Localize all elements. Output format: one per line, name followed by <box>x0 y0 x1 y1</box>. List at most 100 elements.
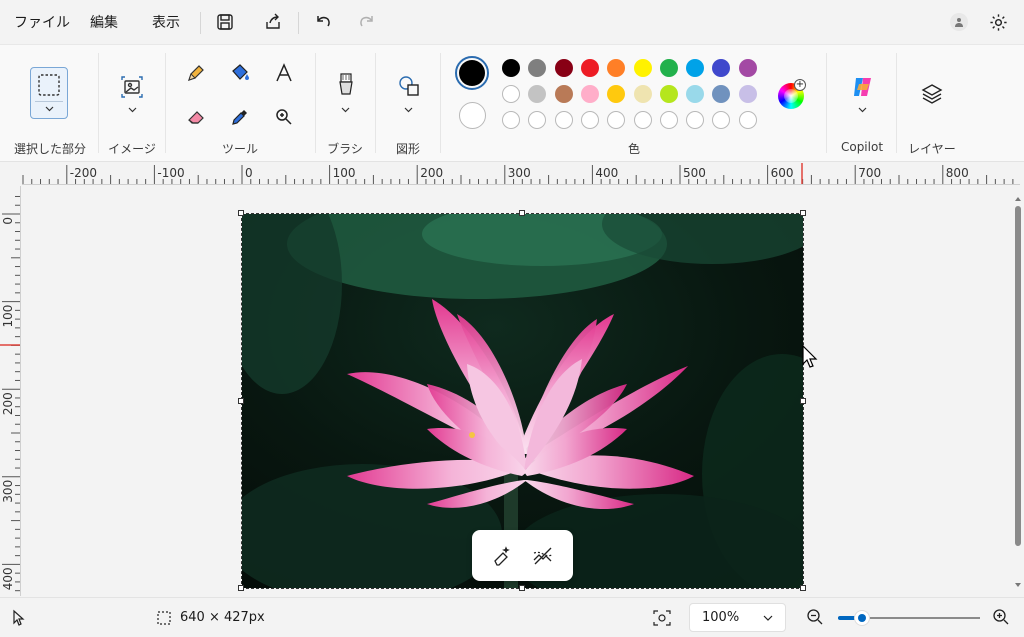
palette-color-swatch[interactable] <box>633 85 652 103</box>
text-tool-icon[interactable] <box>271 60 297 86</box>
layers-icon[interactable] <box>919 81 945 107</box>
palette-color-swatch[interactable] <box>712 59 731 77</box>
pointer-icon <box>13 609 25 626</box>
custom-color-slot[interactable] <box>580 111 599 129</box>
palette-color-swatch[interactable] <box>686 59 705 77</box>
chevron-down-icon[interactable] <box>404 107 413 113</box>
menu-file[interactable]: ファイル <box>14 12 70 32</box>
custom-color-slot[interactable] <box>738 111 757 129</box>
group-label-layers: レイヤー <box>908 142 956 156</box>
menu-separator <box>200 12 201 34</box>
scroll-up-icon[interactable] <box>1014 196 1022 202</box>
secondary-color-swatch[interactable] <box>459 102 486 129</box>
brush-icon[interactable] <box>333 71 359 97</box>
resize-handle-sw[interactable] <box>238 585 244 591</box>
zoom-value: 100% <box>702 610 740 625</box>
resize-handle-e[interactable] <box>800 398 806 404</box>
palette-color-swatch[interactable] <box>712 85 731 103</box>
palette-color-swatch[interactable] <box>686 85 705 103</box>
ruler-corner <box>0 163 22 186</box>
primary-color-swatch[interactable] <box>455 56 489 90</box>
palette-color-swatch[interactable] <box>738 59 757 77</box>
pencil-icon[interactable] <box>183 60 209 86</box>
copilot-icon[interactable] <box>849 73 877 101</box>
chevron-down-icon[interactable] <box>45 106 54 112</box>
palette-color-swatch[interactable] <box>528 85 547 103</box>
custom-color-slot[interactable] <box>528 111 547 129</box>
fill-bucket-icon[interactable] <box>227 60 253 86</box>
shapes-icon[interactable] <box>396 73 422 99</box>
zoom-slider-thumb[interactable] <box>854 610 871 626</box>
magnifier-icon[interactable] <box>271 104 297 130</box>
menu-view[interactable]: 表示 <box>152 12 180 32</box>
edit-colors-button[interactable]: + <box>778 79 806 109</box>
ruler-tick-label: 700 <box>858 166 881 180</box>
vertical-scrollbar[interactable] <box>1012 186 1024 596</box>
scroll-down-icon[interactable] <box>1014 582 1022 588</box>
ruler-tick-label: 300 <box>508 166 531 180</box>
group-label-brushes: ブラシ <box>327 142 363 156</box>
menu-bar: ファイル 編集 表示 <box>0 0 1024 44</box>
resize-handle-nw[interactable] <box>238 210 244 216</box>
zoom-in-icon[interactable] <box>992 608 1010 626</box>
custom-color-slot[interactable] <box>502 111 520 129</box>
chevron-down-icon[interactable] <box>128 107 137 113</box>
palette-color-swatch[interactable] <box>502 59 520 77</box>
settings-gear-icon[interactable] <box>986 10 1010 34</box>
ruler-tick-label: 200 <box>1 392 15 415</box>
color-palette <box>502 59 762 133</box>
custom-color-slot[interactable] <box>607 111 626 129</box>
custom-color-slot[interactable] <box>554 111 573 129</box>
save-icon[interactable] <box>213 10 237 34</box>
ruler-tick-label: 100 <box>1 305 15 328</box>
generative-erase-icon[interactable] <box>489 543 515 569</box>
mouse-cursor-icon <box>802 345 818 368</box>
custom-color-slot[interactable] <box>686 111 705 129</box>
palette-color-swatch[interactable] <box>738 85 757 103</box>
palette-color-swatch[interactable] <box>554 85 573 103</box>
color-picker-icon[interactable] <box>227 104 253 130</box>
group-label-colors: 色 <box>627 142 640 156</box>
ribbon-toolbar: 選択した部分 イメージ ツール ブラシ 図形 + 色 Copilot レイヤー <box>0 44 1024 162</box>
fit-to-window-icon[interactable] <box>653 610 671 626</box>
palette-color-swatch[interactable] <box>607 59 626 77</box>
zoom-dropdown[interactable]: 100% <box>689 603 786 632</box>
palette-color-swatch[interactable] <box>528 59 547 77</box>
zoom-out-icon[interactable] <box>806 608 824 626</box>
redo-icon[interactable] <box>355 10 379 34</box>
ruler-tick-label: 400 <box>595 166 618 180</box>
scrollbar-thumb[interactable] <box>1015 206 1021 546</box>
resize-handle-ne[interactable] <box>800 210 806 216</box>
palette-color-swatch[interactable] <box>554 59 573 77</box>
custom-color-slot[interactable] <box>712 111 731 129</box>
image-tool-button[interactable] <box>118 73 146 101</box>
resize-handle-w[interactable] <box>238 398 244 404</box>
eraser-icon[interactable] <box>183 104 209 130</box>
resize-handle-s[interactable] <box>519 585 525 591</box>
ruler-tick-label: 100 <box>333 166 356 180</box>
custom-color-slot[interactable] <box>659 111 678 129</box>
palette-color-swatch[interactable] <box>580 85 599 103</box>
undo-icon[interactable] <box>311 10 335 34</box>
custom-color-slot[interactable] <box>633 111 652 129</box>
ruler-tick-label: 0 <box>1 217 15 225</box>
palette-color-swatch[interactable] <box>607 85 626 103</box>
selection-tool-button[interactable] <box>30 67 68 119</box>
resize-handle-se[interactable] <box>800 585 806 591</box>
chevron-down-icon[interactable] <box>858 107 867 113</box>
palette-color-swatch[interactable] <box>580 59 599 77</box>
palette-color-swatch[interactable] <box>659 85 678 103</box>
account-avatar[interactable] <box>950 13 968 31</box>
chevron-down-icon[interactable] <box>341 107 350 113</box>
chevron-down-icon <box>763 615 773 621</box>
palette-color-swatch[interactable] <box>659 59 678 77</box>
remove-background-icon[interactable] <box>530 543 556 569</box>
palette-color-swatch[interactable] <box>633 59 652 77</box>
ruler-tick-label: 0 <box>245 166 253 180</box>
zoom-slider[interactable] <box>838 610 980 626</box>
share-icon[interactable] <box>261 10 285 34</box>
palette-color-swatch[interactable] <box>502 85 520 103</box>
menu-edit[interactable]: 編集 <box>90 12 118 32</box>
group-label-selection: 選択した部分 <box>13 142 86 156</box>
resize-handle-n[interactable] <box>519 210 525 216</box>
